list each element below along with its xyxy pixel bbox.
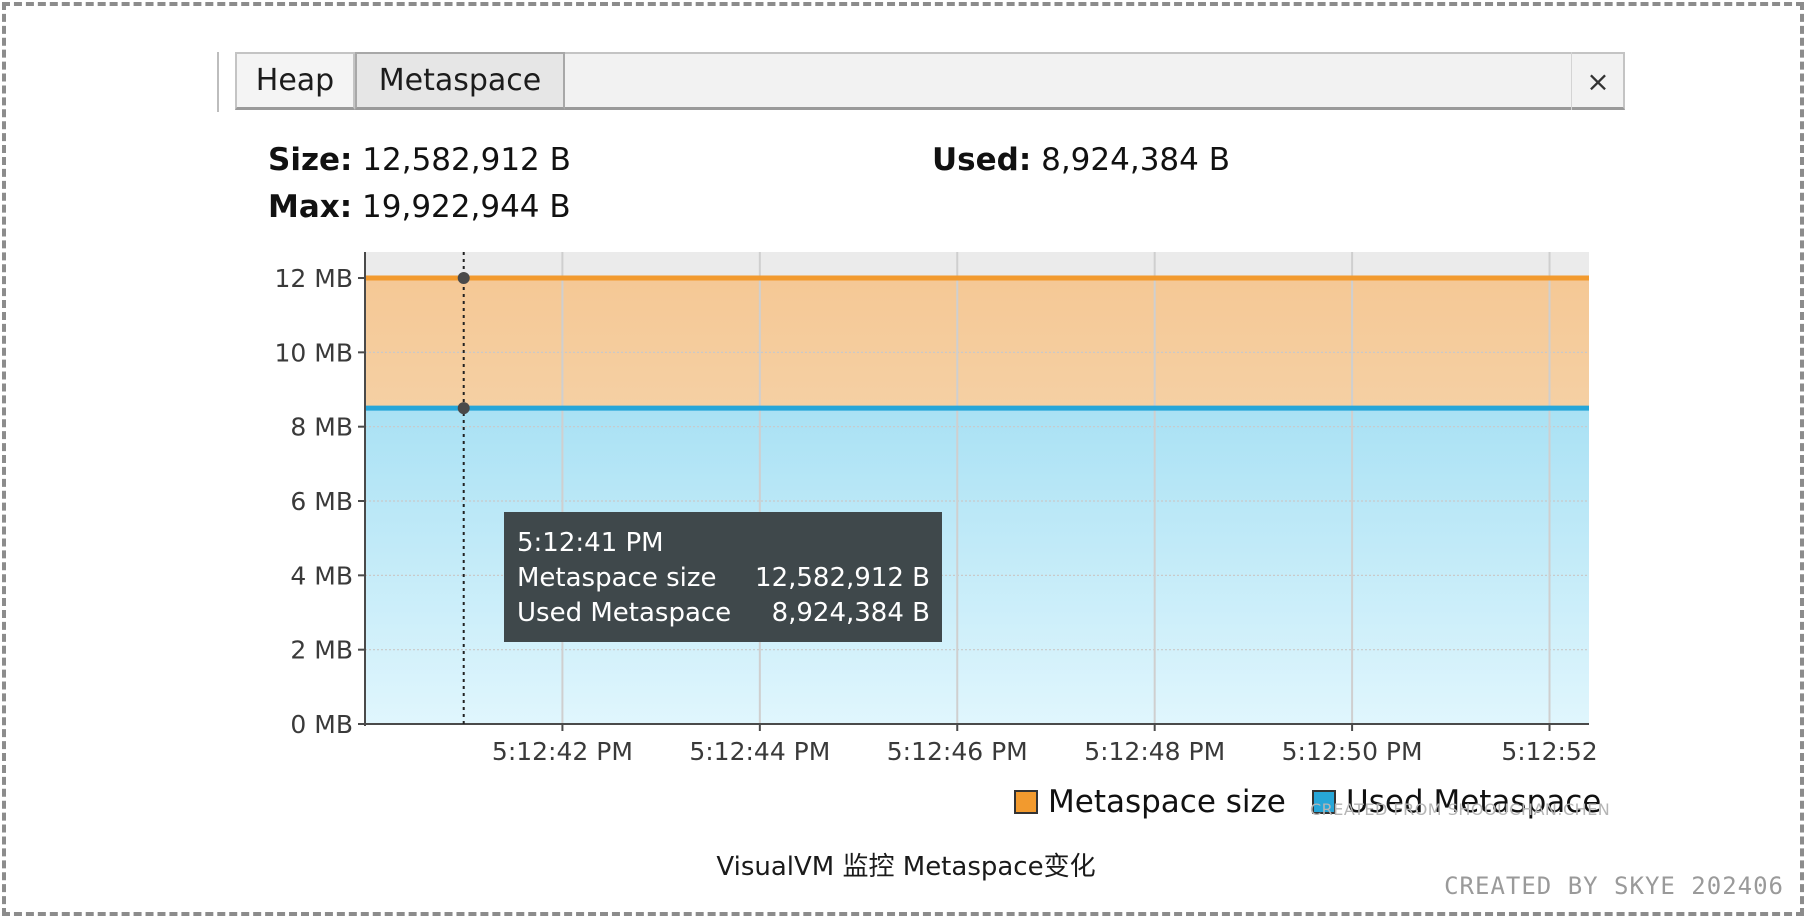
y-tick-label: 0 MB xyxy=(290,710,353,739)
legend-item-metaspace-size: Metaspace size xyxy=(1014,782,1286,822)
x-tick-label: 5:12:46 PM xyxy=(887,737,1028,766)
x-tick-label: 5:12:50 PM xyxy=(1282,737,1423,766)
cursor-marker xyxy=(457,272,470,285)
x-tick-label: 5:12:44 PM xyxy=(689,737,830,766)
tooltip-value: 12,582,912 B xyxy=(755,563,930,593)
credit-watermark: CREATED BY SKYE 202406 xyxy=(1444,872,1784,900)
y-tick-label: 2 MB xyxy=(290,636,353,665)
x-tick-label: 5:12:52 xyxy=(1501,737,1597,766)
tooltip-row-used-metaspace: Used Metaspace 8,924,384 B xyxy=(517,596,930,631)
tooltip-value: 8,924,384 B xyxy=(771,598,930,628)
tooltip-time: 5:12:41 PM xyxy=(517,528,664,558)
tooltip-label: Metaspace size xyxy=(517,563,717,593)
x-tick-label: 5:12:42 PM xyxy=(492,737,633,766)
y-tick-label: 4 MB xyxy=(290,561,353,590)
tooltip-label: Used Metaspace xyxy=(517,598,732,628)
cursor-marker xyxy=(457,402,470,415)
y-tick-label: 12 MB xyxy=(275,264,353,293)
legend-label: Metaspace size xyxy=(1048,784,1286,820)
chart-tooltip: 5:12:41 PM Metaspace size 12,582,912 B U… xyxy=(504,512,942,642)
y-tick-label: 10 MB xyxy=(275,338,353,367)
small-watermark: CREATED FROM SHOOUCHAN.CHEN xyxy=(1310,800,1611,819)
x-tick-label: 5:12:48 PM xyxy=(1084,737,1225,766)
tooltip-row-metaspace-size: Metaspace size 12,582,912 B xyxy=(517,561,930,596)
y-tick-label: 6 MB xyxy=(290,487,353,516)
y-tick-label: 8 MB xyxy=(290,413,353,442)
legend-swatch xyxy=(1014,790,1038,814)
